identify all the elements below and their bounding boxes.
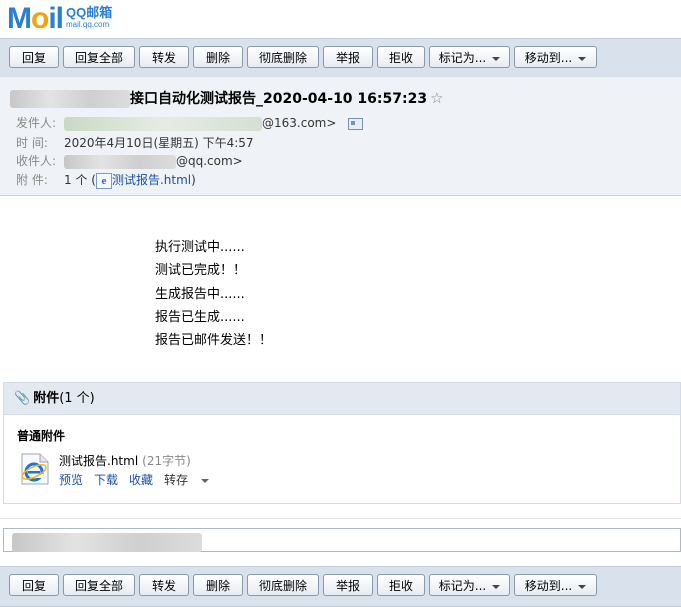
chevron-down-icon bbox=[578, 584, 587, 589]
delete-button[interactable]: 删除 bbox=[193, 46, 243, 68]
star-icon[interactable]: ☆ bbox=[430, 89, 443, 107]
contact-card-icon[interactable] bbox=[348, 117, 364, 130]
mark-as-label: 标记为... bbox=[438, 579, 487, 593]
attachment-close: ) bbox=[191, 173, 196, 187]
body-line: 报告已邮件发送！！ bbox=[155, 333, 273, 349]
reject-button[interactable]: 拒收 bbox=[377, 574, 425, 596]
logo-wordmark: Moil bbox=[7, 2, 64, 35]
save-to-label: 转存 bbox=[164, 473, 189, 487]
reply-all-button[interactable]: 回复全部 bbox=[63, 46, 135, 68]
subject-text: 接口自动化测试报告_2020-04-10 16:57:23 bbox=[130, 91, 428, 107]
top-toolbar: 回复 回复全部 转发 删除 彻底删除 举报 拒收 标记为... 移动到... bbox=[0, 38, 681, 78]
attachment-link[interactable]: 测试报告.html bbox=[112, 173, 191, 187]
html-file-icon bbox=[21, 453, 49, 485]
attachment-panel: 📎 附件(1 个) 普通附件 测试报告.html (21字节) 预览 下载 收藏 转存 bbox=[3, 382, 681, 504]
chevron-down-icon bbox=[492, 584, 501, 589]
attachment-actions: 预览 下载 收藏 转存 bbox=[59, 471, 231, 488]
recipient-address[interactable]: @qq.com> bbox=[176, 154, 243, 168]
body-line: 测试已完成！！ bbox=[155, 263, 247, 279]
logo-text: QQ邮箱 bbox=[66, 5, 113, 20]
chevron-down-icon bbox=[201, 478, 210, 483]
attachment-title: 附件 bbox=[33, 391, 60, 406]
mark-as-dropdown[interactable]: 标记为... bbox=[429, 574, 510, 596]
html-file-icon: e bbox=[95, 172, 112, 189]
reply-button[interactable]: 回复 bbox=[9, 574, 59, 596]
mark-as-label: 标记为... bbox=[438, 51, 487, 65]
body-line: 执行测试中...... bbox=[155, 240, 245, 255]
save-to-dropdown[interactable]: 转存 bbox=[164, 473, 220, 487]
attachment-panel-header: 📎 附件(1 个) bbox=[4, 383, 680, 415]
email-subject: 接口自动化测试报告_2020-04-10 16:57:23 ☆ bbox=[10, 88, 444, 108]
move-to-dropdown[interactable]: 移动到... bbox=[514, 46, 597, 68]
attachment-file-name[interactable]: 测试报告.html bbox=[59, 454, 138, 468]
attachment-label: 附 件: bbox=[16, 173, 48, 187]
redacted-recipient bbox=[64, 154, 176, 169]
sender-row: 发件人: @163.com> bbox=[16, 114, 364, 131]
attachment-section-title: 普通附件 bbox=[17, 429, 66, 443]
attachment-file[interactable]: 测试报告.html (21字节) bbox=[59, 452, 191, 469]
attachment-file-size: (21字节) bbox=[142, 454, 191, 468]
attachment-count: 1 个 ( bbox=[64, 173, 96, 187]
download-link[interactable]: 下载 bbox=[94, 473, 118, 487]
forward-button[interactable]: 转发 bbox=[139, 574, 189, 596]
bottom-toolbar: 回复 回复全部 转发 删除 彻底删除 举报 拒收 标记为... 移动到... bbox=[0, 566, 681, 607]
move-to-label: 移动到... bbox=[524, 579, 573, 593]
sender-label: 发件人: bbox=[16, 116, 57, 130]
preview-link[interactable]: 预览 bbox=[59, 473, 83, 487]
paperclip-icon: 📎 bbox=[14, 391, 31, 406]
logo-subtitle: QQ邮箱 mail.qq.com bbox=[66, 5, 113, 31]
recipient-label: 收件人: bbox=[16, 154, 57, 168]
move-to-label: 移动到... bbox=[524, 51, 573, 65]
logo-domain: mail.qq.com bbox=[66, 20, 110, 29]
email-body: 执行测试中...... 测试已完成！！ 生成报告中...... 报告已生成...… bbox=[155, 236, 272, 352]
reject-button[interactable]: 拒收 bbox=[377, 46, 425, 68]
reply-all-button[interactable]: 回复全部 bbox=[63, 574, 135, 596]
sender-address[interactable]: @163.com> bbox=[262, 116, 336, 130]
chevron-down-icon bbox=[578, 56, 587, 61]
mark-as-dropdown[interactable]: 标记为... bbox=[429, 46, 510, 68]
redacted-reply-placeholder bbox=[12, 533, 202, 552]
time-label: 时 间: bbox=[16, 136, 48, 150]
delete-permanently-button[interactable]: 彻底删除 bbox=[247, 574, 319, 596]
attachment-row: 附 件: 1 个 (e 测试报告.html) bbox=[16, 171, 196, 189]
delete-permanently-button[interactable]: 彻底删除 bbox=[247, 46, 319, 68]
redacted-sender bbox=[64, 116, 262, 131]
forward-button[interactable]: 转发 bbox=[139, 46, 189, 68]
redacted-subject-prefix bbox=[10, 90, 130, 108]
report-button[interactable]: 举报 bbox=[323, 574, 373, 596]
reply-button[interactable]: 回复 bbox=[9, 46, 59, 68]
favorite-link[interactable]: 收藏 bbox=[129, 473, 153, 487]
qqmail-logo[interactable]: Moil QQ邮箱 mail.qq.com bbox=[7, 3, 112, 35]
move-to-dropdown[interactable]: 移动到... bbox=[514, 574, 597, 596]
chevron-down-icon bbox=[492, 56, 501, 61]
divider bbox=[0, 518, 681, 519]
body-line: 报告已生成...... bbox=[155, 309, 245, 325]
email-header: 接口自动化测试报告_2020-04-10 16:57:23 ☆ 发件人: @163.… bbox=[0, 77, 681, 196]
attachment-panel-count: (1 个) bbox=[59, 391, 95, 406]
body-line: 生成报告中...... bbox=[155, 286, 245, 302]
time-value: 2020年4月10日(星期五) 下午4:57 bbox=[64, 136, 254, 150]
quick-reply-input[interactable] bbox=[3, 528, 681, 552]
delete-button[interactable]: 删除 bbox=[193, 574, 243, 596]
recipient-row: 收件人: @qq.com> bbox=[16, 152, 243, 169]
time-row: 时 间: 2020年4月10日(星期五) 下午4:57 bbox=[16, 134, 254, 151]
report-button[interactable]: 举报 bbox=[323, 46, 373, 68]
